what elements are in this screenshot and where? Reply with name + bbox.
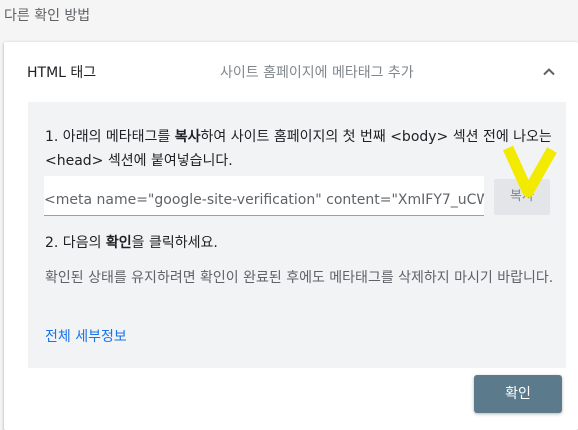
checkmark-annotation-icon — [502, 145, 557, 198]
instructions-panel: 1. 아래의 메타태그를 복사하여 사이트 홈페이지의 첫 번째 <body> … — [28, 102, 566, 368]
chevron-up-icon[interactable] — [541, 64, 557, 80]
step2-text: 2. 다음의 확인을 클릭하세요. — [45, 232, 218, 252]
step1-bold: 복사 — [174, 129, 201, 145]
method-description: 사이트 홈페이지에 메타태그 추가 — [220, 65, 414, 81]
keep-tag-note: 확인된 상태를 유지하려면 확인이 완료된 후에도 메타태그를 삭제하지 마시기… — [45, 270, 554, 286]
verification-method-card: HTML 태그 사이트 홈페이지에 메타태그 추가 1. 아래의 메타태그를 복… — [4, 42, 578, 430]
full-details-link[interactable]: 전체 세부정보 — [45, 326, 127, 346]
meta-tag-field[interactable]: <meta name="google-site-verification" co… — [44, 176, 484, 216]
method-title: HTML 태그 — [27, 65, 97, 81]
method-header[interactable]: HTML 태그 사이트 홈페이지에 메타태그 추가 — [4, 42, 578, 102]
step2-suffix: 을 클릭하세요. — [131, 235, 218, 251]
step2-bold: 확인 — [105, 235, 132, 251]
step1-text: 1. 아래의 메타태그를 복사하여 사이트 홈페이지의 첫 번째 <body> … — [45, 125, 555, 173]
section-label-other-methods: 다른 확인 방법 — [4, 8, 91, 24]
step1-prefix: 1. 아래의 메타태그를 — [45, 129, 175, 145]
confirm-button[interactable]: 확인 — [474, 375, 562, 413]
step2-prefix: 2. 다음의 — [45, 235, 106, 251]
meta-tag-value: <meta name="google-site-verification" co… — [44, 192, 484, 208]
